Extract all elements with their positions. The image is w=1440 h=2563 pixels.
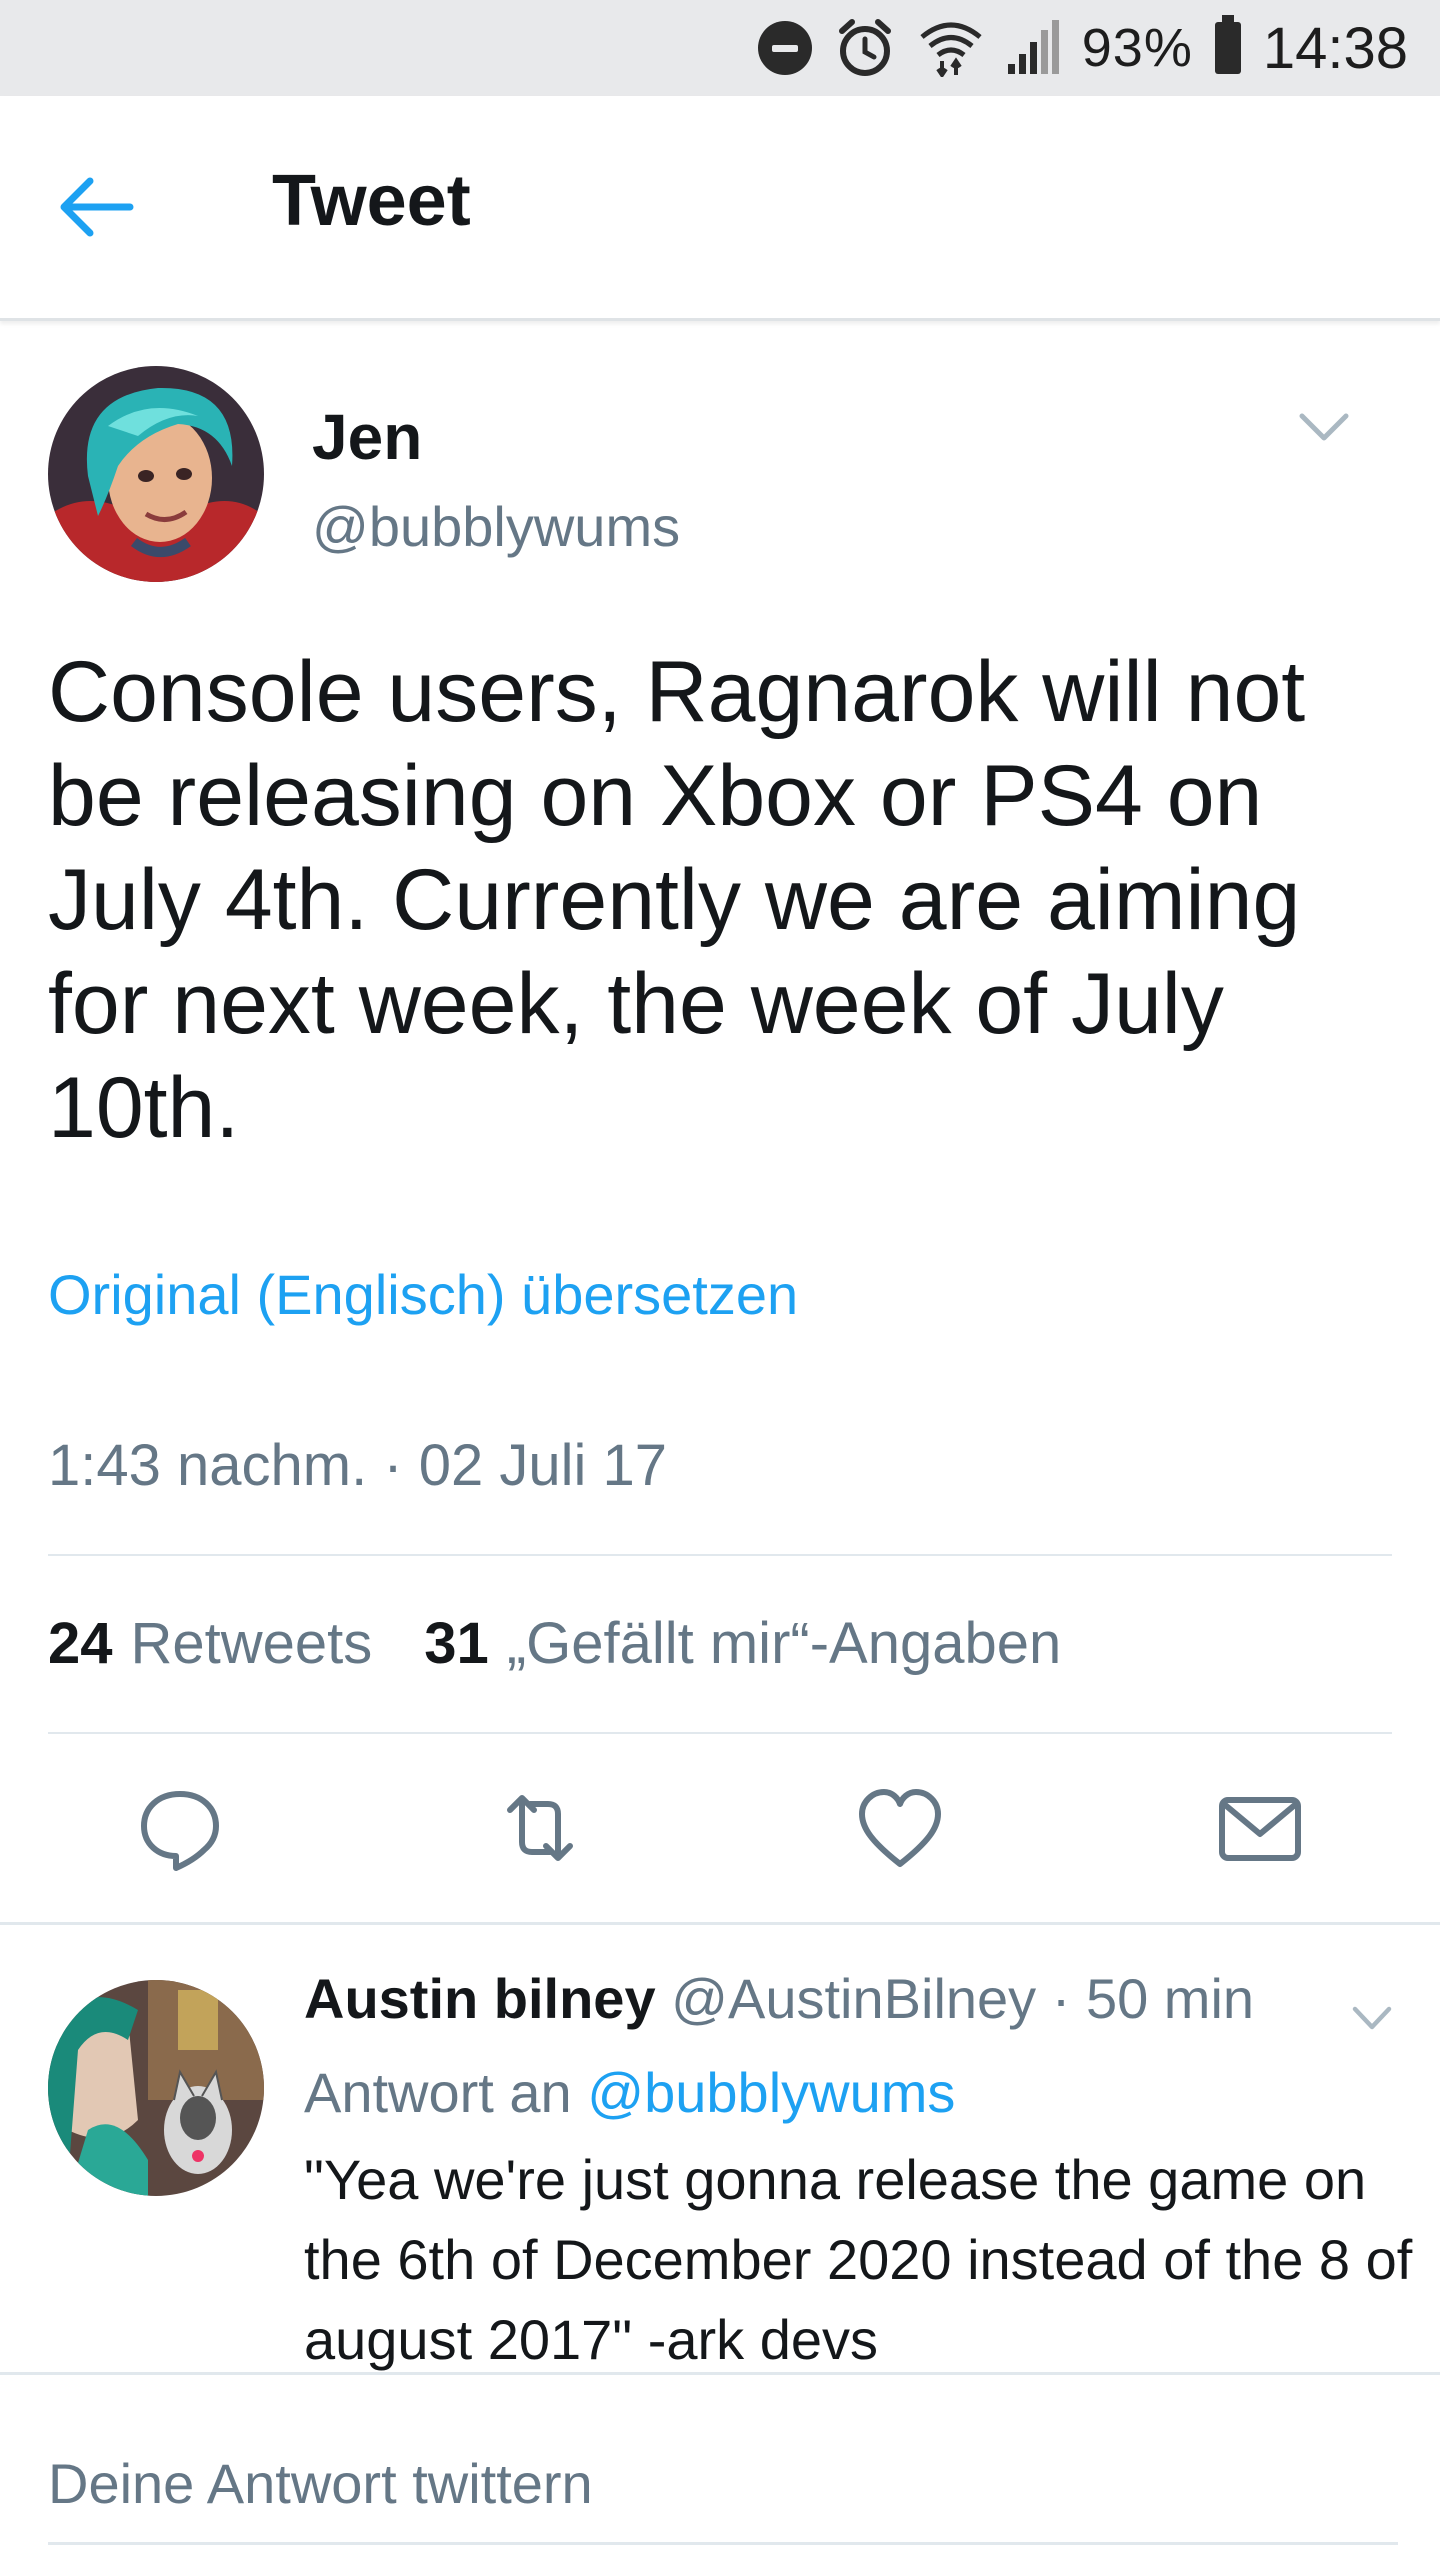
avatar[interactable] bbox=[48, 366, 264, 582]
reply-header: Austin bilney @AustinBilney · 50 min bbox=[304, 1966, 1254, 2031]
chevron-down-icon[interactable] bbox=[1296, 404, 1352, 450]
likes-label: „Gefällt mir“-Angaben bbox=[506, 1611, 1062, 1676]
reply-text: "Yea we're just gonna release the game o… bbox=[304, 2148, 1413, 2371]
clock: 14:38 bbox=[1262, 15, 1408, 81]
compose-bar bbox=[0, 2372, 1440, 2563]
retweets-count: 24 bbox=[48, 1611, 113, 1676]
reply-to-label: Antwort an bbox=[304, 2061, 572, 2124]
section-separator bbox=[0, 1922, 1440, 1925]
tweet-timestamp: 1:43 nachm. · 02 Juli 17 bbox=[48, 1433, 668, 1498]
battery-icon bbox=[1214, 15, 1241, 74]
likes-count: 31 bbox=[424, 1611, 489, 1676]
reply-icon[interactable] bbox=[132, 1780, 228, 1876]
back-arrow-icon[interactable] bbox=[50, 162, 140, 252]
author-name[interactable]: Jen bbox=[312, 400, 422, 474]
wifi-icon bbox=[920, 22, 982, 77]
retweets-label: Retweets bbox=[130, 1611, 373, 1676]
signal-icon bbox=[1007, 20, 1059, 74]
reply-time: · 50 min bbox=[1051, 1967, 1255, 2030]
direct-message-icon[interactable] bbox=[1212, 1780, 1308, 1876]
translate-link[interactable]: Original (Englisch) übersetzen bbox=[48, 1262, 798, 1327]
reply-author-handle[interactable]: @AustinBilney bbox=[671, 1967, 1036, 2030]
author-handle[interactable]: @bubblywums bbox=[312, 494, 680, 559]
status-bar: 93% 14:38 bbox=[0, 0, 1440, 96]
retweets-stat[interactable]: 24 Retweets bbox=[48, 1610, 372, 1677]
reply-to: Antwort an @bubblywums bbox=[304, 2060, 955, 2125]
alarm-icon bbox=[838, 19, 891, 76]
tweet-actions bbox=[0, 1780, 1440, 1900]
reply-input[interactable] bbox=[48, 2445, 1398, 2545]
reply-to-mention[interactable]: @bubblywums bbox=[587, 2061, 955, 2124]
divider bbox=[48, 1732, 1392, 1734]
reply-author-name[interactable]: Austin bilney bbox=[304, 1967, 656, 2030]
divider bbox=[48, 1554, 1392, 1556]
do-not-disturb-icon bbox=[757, 21, 812, 75]
app-bar: Tweet bbox=[0, 96, 1440, 321]
page-title: Tweet bbox=[272, 161, 471, 241]
tweet-stats: 24 Retweets 31 „Gefällt mir“-Angaben bbox=[48, 1610, 1061, 1677]
likes-stat[interactable]: 31 „Gefällt mir“-Angaben bbox=[424, 1610, 1061, 1677]
battery-percent: 93% bbox=[1081, 18, 1193, 78]
retweet-icon[interactable] bbox=[492, 1780, 588, 1876]
like-icon[interactable] bbox=[852, 1780, 948, 1876]
tweet-text: Console users, Ragnarok will not be rele… bbox=[48, 644, 1306, 1156]
avatar[interactable] bbox=[48, 1980, 264, 2196]
chevron-down-icon[interactable] bbox=[1350, 2000, 1394, 2036]
